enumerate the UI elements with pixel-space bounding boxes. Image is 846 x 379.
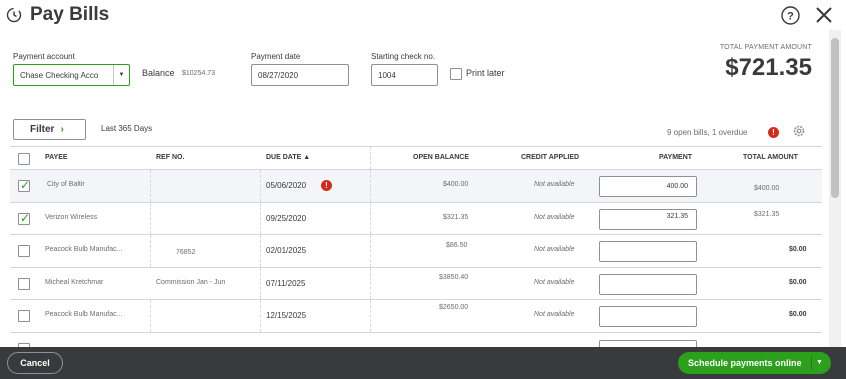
payment-input[interactable]: 400.00 [599,176,697,197]
table-row[interactable]: City of Baltir 05/06/2020 ! $400.00 Not … [10,170,822,203]
table-row[interactable]: Peacock Bulb Manufac... 12/15/2025 $2650… [10,300,822,333]
print-later-checkbox[interactable] [450,68,462,80]
row-checkbox[interactable] [18,211,30,225]
payee-cell: Peacock Bulb Manufac... [45,311,123,318]
credit-applied-cell: Not available [534,213,575,221]
payee-cell: City of Baltir [47,181,85,188]
payee-cell: Verizon Wireless [45,213,98,221]
open-balance-cell: $400.00 [443,181,469,188]
gear-icon[interactable] [792,124,806,138]
payee-cell: Micheal Kretchmar [45,278,104,286]
select-all-checkbox[interactable] [18,153,30,165]
row-checkbox[interactable] [18,310,30,322]
cancel-button[interactable]: Cancel [7,352,63,374]
schedule-payments-label: Schedule payments online [688,358,802,368]
payment-input[interactable]: 321.35 [599,208,697,230]
dialog-footer: Cancel Schedule payments online ▼ [0,347,846,379]
credit-applied-cell: Not available [534,311,575,318]
starting-check-field[interactable]: 1004 [371,64,438,86]
payment-date-label: Payment date [251,52,301,61]
column-header-total-amount[interactable]: TOTAL AMOUNT [743,154,798,161]
payment-account-select[interactable]: Chase Checking Acco ▼ [13,64,130,86]
payment-input[interactable] [599,273,697,295]
ref-no-cell: 76852 [176,249,196,256]
date-range-label: Last 365 Days [101,124,153,133]
filter-button[interactable]: Filter › [13,119,86,140]
credit-applied-cell: Not available [534,278,575,286]
total-amount-cell: $321.35 [754,210,780,218]
scrollbar-thumb[interactable] [831,38,839,198]
payee-cell: Peacock Bulb Manufac... [45,246,123,253]
total-amount-cell: $0.00 [789,246,807,253]
open-balance-cell: $86.50 [446,242,468,249]
close-icon[interactable] [814,5,834,25]
table-header: PAYEE REF NO. DUE DATE ▲ OPEN BALANCE CR… [10,146,822,170]
ref-no-cell: Commission Jan - Jun [156,278,226,286]
page-title: Pay Bills [30,4,110,25]
credit-applied-cell: Not available [534,246,575,253]
due-date-cell: 12/15/2025 [266,311,307,320]
due-date-cell: 07/11/2025 [266,278,306,288]
balance-value: $10254.73 [182,70,216,77]
open-balance-cell: $2650.00 [439,304,469,311]
overdue-alert-icon: ! [321,180,332,191]
chevron-down-icon[interactable]: ▼ [816,352,823,374]
payment-account-label: Payment account [13,52,75,61]
column-header-credit-applied[interactable]: CREDIT APPLIED [521,154,579,161]
payment-input[interactable] [599,241,697,262]
print-later-label: Print later [466,68,505,78]
total-payment-label: TOTAL PAYMENT AMOUNT [719,44,812,51]
starting-check-label: Starting check no. [371,52,436,61]
chevron-right-icon: › [60,124,64,135]
column-header-open-balance[interactable]: OPEN BALANCE [413,154,469,161]
row-checkbox[interactable] [18,178,30,192]
table-row[interactable]: Verizon Wireless 09/25/2020 $321.35 Not … [10,202,822,235]
due-date-cell: 02/01/2025 [266,246,307,255]
total-amount-cell: $400.00 [754,185,780,192]
payment-date-field[interactable]: 08/27/2020 [251,64,349,86]
alert-icon: ! [768,127,779,138]
history-clock-icon [6,7,22,23]
column-header-due-date[interactable]: DUE DATE ▲ [266,154,310,161]
open-balance-cell: $321.35 [443,213,469,221]
due-date-cell: 05/06/2020 [266,181,307,190]
help-icon[interactable]: ? [781,6,800,25]
table-row[interactable]: Micheal Kretchmar Commission Jan - Jun 0… [10,267,822,300]
dialog-header: Pay Bills ? [0,0,846,32]
table-row[interactable]: Peacock Bulb Manufac... 76852 02/01/2025… [10,235,822,268]
payment-account-value: Chase Checking Acco [20,71,99,80]
credit-applied-cell: Not available [534,181,575,188]
total-payment-amount: $721.35 [725,54,812,81]
due-date-cell: 09/25/2020 [266,213,307,223]
column-header-ref-no[interactable]: REF NO. [156,154,184,161]
open-balance-cell: $3850.40 [439,273,469,281]
filter-button-label: Filter [30,124,55,135]
balance-label: Balance [142,68,175,78]
schedule-payments-button[interactable]: Schedule payments online ▼ [678,352,831,374]
total-amount-cell: $0.00 [789,278,807,286]
open-bills-summary: 9 open bills, 1 overdue [667,128,748,137]
payment-input[interactable] [599,306,697,327]
row-checkbox[interactable] [18,277,30,290]
svg-text:?: ? [787,11,794,23]
chevron-down-icon: ▼ [113,65,129,85]
column-header-payee[interactable]: PAYEE [45,154,68,161]
row-checkbox[interactable] [18,245,30,257]
total-amount-cell: $0.00 [789,311,807,318]
bills-table: PAYEE REF NO. DUE DATE ▲ OPEN BALANCE CR… [10,146,822,361]
column-header-payment[interactable]: PAYMENT [659,154,692,161]
